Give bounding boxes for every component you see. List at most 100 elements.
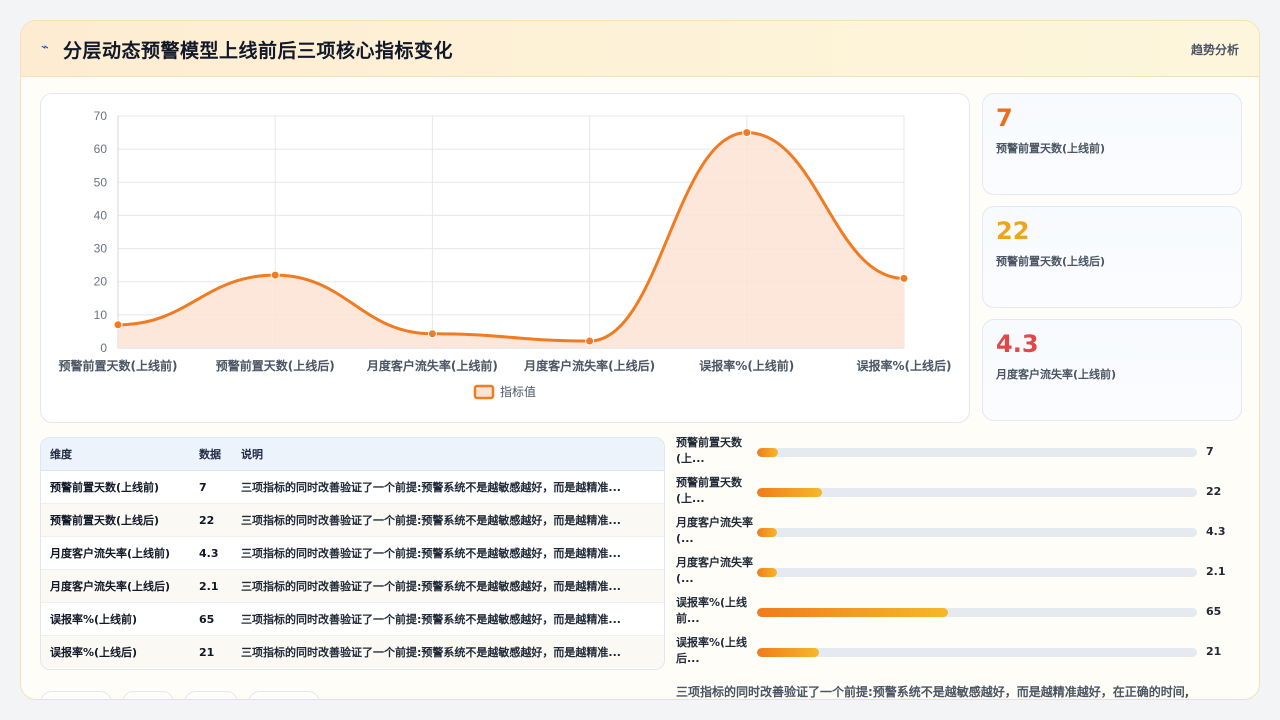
table-cell: 三项指标的同时改善验证了一个前提:预警系统不是越敏感越好，而是越精准... (232, 602, 664, 636)
trend-analysis-tag[interactable]: 趋势分析 (1191, 41, 1239, 58)
bar-fill (757, 528, 777, 537)
bar-track (757, 528, 1197, 537)
bar-label: 月度客户流失率(... (676, 556, 753, 585)
data-point (113, 320, 123, 330)
bar-row: 月度客户流失率(... 4.3 (676, 515, 1246, 551)
series-area (118, 132, 904, 348)
data-point (742, 128, 752, 138)
bar-track (757, 568, 1197, 577)
data-point (427, 329, 437, 339)
trend-line-icon: ⌁ (41, 40, 49, 55)
table-cell: 三项指标的同时改善验证了一个前提:预警系统不是越敏感越好，而是越精准... (232, 569, 664, 603)
bar-fill (757, 608, 948, 617)
table-row[interactable]: 预警前置天数(上线前) 7 三项指标的同时改善验证了一个前提:预警系统不是越敏感… (41, 470, 664, 504)
table-cell: 22 (190, 503, 232, 537)
bar-value: 21 (1206, 645, 1222, 658)
y-tick-label: 50 (94, 175, 108, 189)
x-tick-label: 预警前置天数(上线后) (216, 358, 335, 373)
y-tick-label: 40 (94, 208, 108, 222)
bar-track (757, 488, 1197, 497)
filter-pill[interactable] (40, 691, 112, 699)
bar-label: 误报率%(上线前... (676, 596, 748, 625)
table-row[interactable]: 月度客户流失率(上线前) 4.3 三项指标的同时改善验证了一个前提:预警系统不是… (41, 536, 664, 570)
x-tick-label: 月度客户流失率(上线后) (523, 358, 655, 373)
data-point (899, 273, 909, 283)
table-cell: 7 (190, 470, 232, 504)
bar-value: 2.1 (1206, 565, 1226, 578)
table-cell: 预警前置天数(上线前) (41, 470, 190, 504)
table-row[interactable]: 误报率%(上线前) 65 三项指标的同时改善验证了一个前提:预警系统不是越敏感越… (41, 602, 664, 636)
table-cell: 65 (190, 602, 232, 636)
data-table-panel: 维度 数据 说明 预警前置天数(上线前) 7 三项指标的同时改善验证了一个前提:… (40, 437, 665, 670)
data-table: 维度 数据 说明 预警前置天数(上线前) 7 三项指标的同时改善验证了一个前提:… (41, 438, 664, 668)
bar-fill (757, 488, 822, 497)
column-header[interactable]: 维度 (41, 438, 190, 471)
page-title: 分层动态预警模型上线前后三项核心指标变化 (63, 40, 454, 62)
filter-pill[interactable] (184, 691, 238, 699)
x-tick-label: 预警前置天数(上线前) (59, 358, 178, 373)
bar-row: 预警前置天数(上... 7 (676, 435, 1246, 471)
stat-card-3: 4.3 月度客户流失率(上线前) (982, 319, 1242, 421)
dashboard-card: ⌁ 分层动态预警模型上线前后三项核心指标变化 趋势分析 0 10 20 30 40 50 6… (20, 20, 1260, 700)
column-header[interactable]: 说明 (232, 438, 664, 471)
bar-value: 4.3 (1206, 525, 1226, 538)
bar-row: 误报率%(上线前... 65 (676, 595, 1246, 631)
table-cell: 月度客户流失率(上线前) (41, 536, 190, 570)
table-row[interactable]: 误报率%(上线后) 21 三项指标的同时改善验证了一个前提:预警系统不是越敏感越… (41, 635, 664, 668)
stat-value: 22 (996, 217, 1030, 245)
bar-row: 预警前置天数(上... 22 (676, 475, 1246, 511)
bar-label: 预警前置天数(上... (676, 476, 742, 505)
table-cell: 21 (190, 635, 232, 668)
progress-bar-list: 预警前置天数(上... 7 预警前置天数(上... 22 月度客户流失率(... 4.3 月… (676, 435, 1246, 675)
bar-track (757, 448, 1197, 457)
y-tick-label: 70 (94, 109, 108, 123)
stat-value: 7 (996, 104, 1013, 132)
x-tick-label: 误报率%(上线前) (699, 358, 794, 373)
table-cell: 三项指标的同时改善验证了一个前提:预警系统不是越敏感越好，而是越精准... (232, 503, 664, 537)
x-tick-label: 误报率%(上线后) (857, 358, 952, 373)
table-cell: 三项指标的同时改善验证了一个前提:预警系统不是越敏感越好，而是越精准... (232, 635, 664, 668)
area-chart-panel: 0 10 20 30 40 50 60 70 预警前置天数(上线前) 预警前置天数(上线后) 月度客… (40, 93, 970, 423)
data-point (585, 336, 595, 346)
y-tick-label: 10 (94, 308, 108, 322)
bar-value: 7 (1206, 445, 1214, 458)
bar-track (757, 648, 1197, 657)
area-chart: 0 10 20 30 40 50 60 70 预警前置天数(上线前) 预警前置天数(上线后) 月度客… (59, 109, 952, 400)
table-header-row: 维度 数据 说明 (41, 438, 664, 471)
bar-fill (757, 448, 778, 457)
bar-label: 误报率%(上线后... (676, 636, 748, 665)
table-cell: 误报率%(上线后) (41, 635, 190, 668)
table-cell: 三项指标的同时改善验证了一个前提:预警系统不是越敏感越好，而是越精准... (232, 536, 664, 570)
filter-pill[interactable] (248, 691, 320, 699)
column-header[interactable]: 数据 (190, 438, 232, 471)
bar-fill (757, 568, 777, 577)
bar-label: 预警前置天数(上... (676, 436, 742, 465)
bar-label: 月度客户流失率(... (676, 516, 753, 545)
bar-row: 误报率%(上线后... 21 (676, 635, 1246, 671)
stat-value: 4.3 (996, 330, 1039, 358)
bar-row: 月度客户流失率(... 2.1 (676, 555, 1246, 591)
stat-card-1: 7 预警前置天数(上线前) (982, 93, 1242, 195)
footnote-text: 三项指标的同时改善验证了一个前提:预警系统不是越敏感越好，而是越精准越好，在正确… (676, 685, 1190, 699)
data-point (270, 270, 280, 280)
stat-label: 月度客户流失率(上线前) (996, 368, 1117, 381)
y-tick-label: 0 (100, 341, 107, 355)
table-cell: 三项指标的同时改善验证了一个前提:预警系统不是越敏感越好，而是越精准... (232, 470, 664, 504)
y-tick-label: 60 (94, 142, 108, 156)
stat-label: 预警前置天数(上线后) (996, 255, 1106, 268)
bar-value: 22 (1206, 485, 1222, 498)
bar-value: 65 (1206, 605, 1222, 618)
filter-pill[interactable] (122, 691, 174, 699)
table-row[interactable]: 预警前置天数(上线后) 22 三项指标的同时改善验证了一个前提:预警系统不是越敏… (41, 503, 664, 537)
stat-card-2: 22 预警前置天数(上线后) (982, 206, 1242, 308)
table-cell: 4.3 (190, 536, 232, 570)
table-row[interactable]: 月度客户流失率(上线后) 2.1 三项指标的同时改善验证了一个前提:预警系统不是… (41, 569, 664, 603)
table-cell: 月度客户流失率(上线后) (41, 569, 190, 603)
stat-label: 预警前置天数(上线前) (996, 142, 1106, 155)
legend-swatch (473, 384, 495, 400)
bar-track (757, 608, 1197, 617)
table-cell: 2.1 (190, 569, 232, 603)
card-header: ⌁ 分层动态预警模型上线前后三项核心指标变化 趋势分析 (21, 21, 1259, 77)
legend-label: 指标值 (500, 384, 536, 399)
bar-fill (757, 648, 819, 657)
